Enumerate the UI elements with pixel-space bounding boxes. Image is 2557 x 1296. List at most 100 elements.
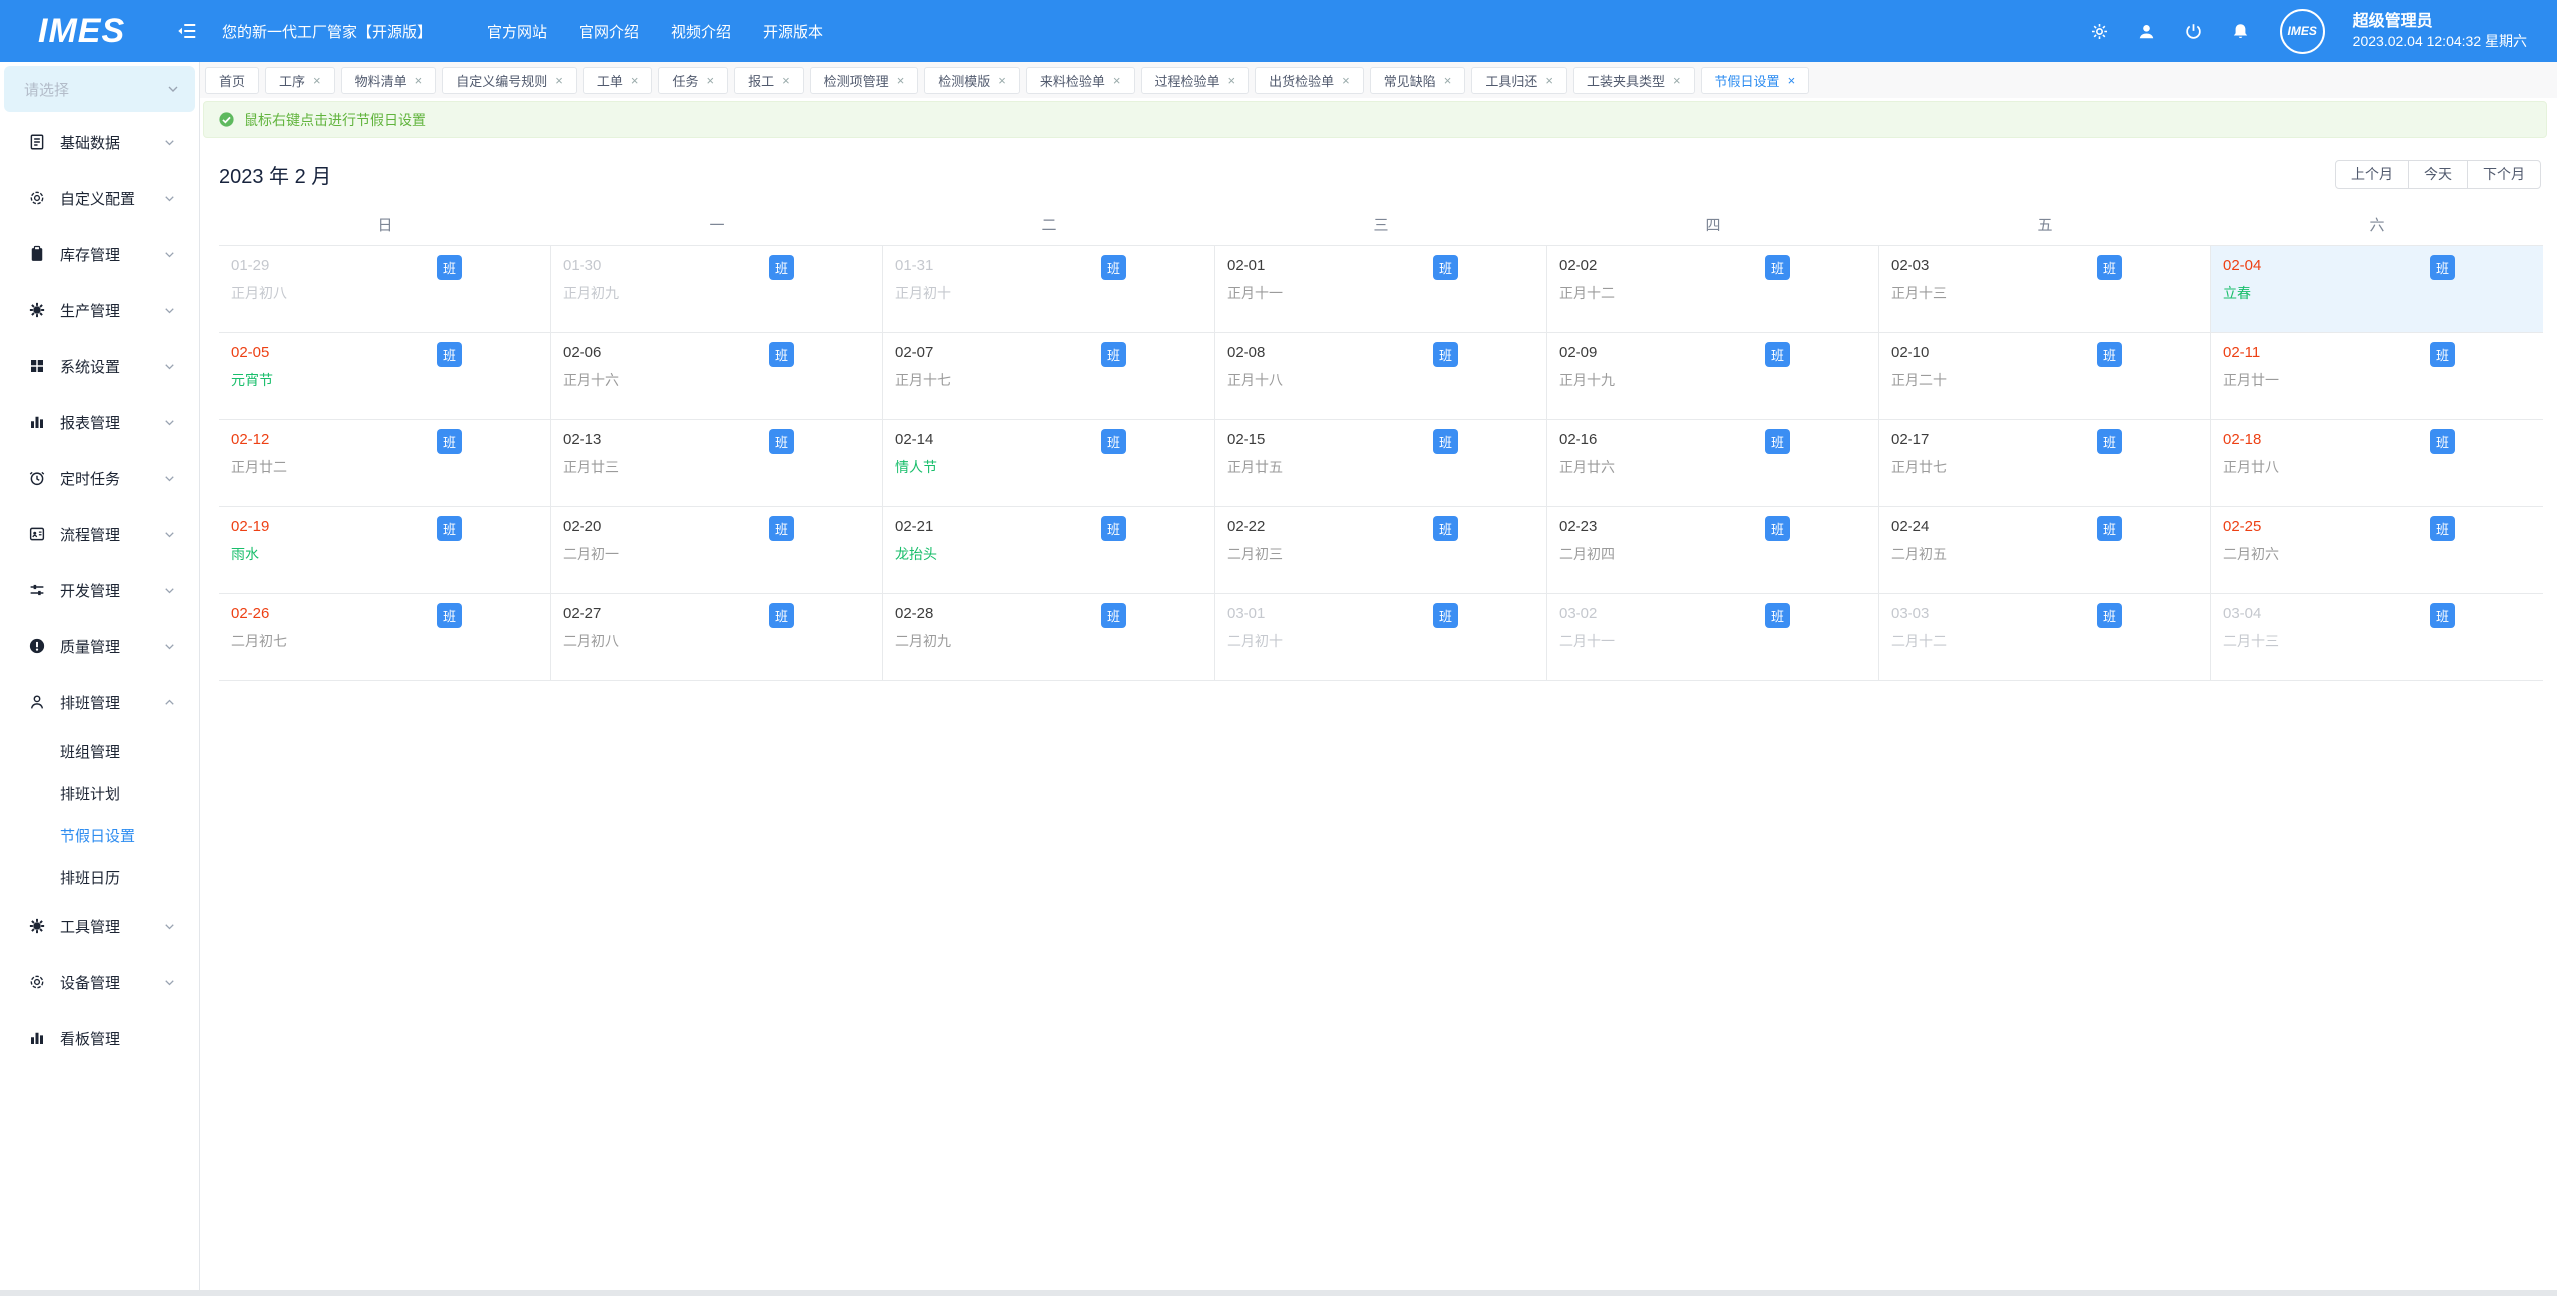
close-tab-icon[interactable]: × (313, 73, 321, 88)
calendar-cell-02-26[interactable]: 02-26二月初七班 (219, 594, 551, 681)
tab-9[interactable]: 检测模版× (924, 67, 1020, 94)
calendar-cell-02-25[interactable]: 02-25二月初六班 (2211, 507, 2543, 594)
calendar-cell-02-02[interactable]: 02-02正月十二班 (1547, 246, 1879, 333)
sidebar-subitem-11-1[interactable]: 班组管理 (0, 730, 199, 772)
close-tab-icon[interactable]: × (782, 73, 790, 88)
user-icon[interactable] (2137, 22, 2156, 41)
calendar-cell-02-16[interactable]: 02-16正月廿六班 (1547, 420, 1879, 507)
tab-7[interactable]: 报工× (734, 67, 804, 94)
close-tab-icon[interactable]: × (1788, 73, 1796, 88)
sidebar-item-3[interactable]: 库存管理 (0, 226, 199, 282)
calendar-cell-02-11[interactable]: 02-11正月廿一班 (2211, 333, 2543, 420)
top-nav-link-1[interactable]: 官方网站 (487, 21, 547, 42)
calendar-cell-02-01[interactable]: 02-01正月十一班 (1215, 246, 1547, 333)
close-tab-icon[interactable]: × (897, 73, 905, 88)
calendar-cell-02-23[interactable]: 02-23二月初四班 (1547, 507, 1879, 594)
calendar-cell-02-24[interactable]: 02-24二月初五班 (1879, 507, 2211, 594)
tab-10[interactable]: 来料检验单× (1026, 67, 1135, 94)
sidebar-item-13[interactable]: 设备管理 (0, 954, 199, 1010)
sidebar-item-1[interactable]: 基础数据 (0, 114, 199, 170)
tab-6[interactable]: 任务× (658, 67, 728, 94)
top-nav-link-3[interactable]: 视频介绍 (671, 21, 731, 42)
avatar[interactable]: IMES (2280, 9, 2325, 54)
calendar-cell-02-28[interactable]: 02-28二月初九班 (883, 594, 1215, 681)
sidebar-select[interactable]: 请选择 (4, 66, 195, 112)
close-tab-icon[interactable]: × (555, 73, 563, 88)
calendar-cell-02-05[interactable]: 02-05元宵节班 (219, 333, 551, 420)
calendar-cell-03-02[interactable]: 03-02二月十一班 (1547, 594, 1879, 681)
gear-icon[interactable] (2090, 22, 2109, 41)
bell-icon[interactable] (2231, 22, 2250, 41)
close-tab-icon[interactable]: × (1673, 73, 1681, 88)
shift-badge: 班 (437, 429, 462, 454)
close-tab-icon[interactable]: × (1342, 73, 1350, 88)
tab-1[interactable]: 首页 (205, 67, 259, 94)
sidebar-subitem-11-4[interactable]: 排班日历 (0, 856, 199, 898)
calendar-cell-01-30[interactable]: 01-30正月初九班 (551, 246, 883, 333)
sidebar-item-11[interactable]: 排班管理 (0, 674, 199, 730)
calendar-cell-01-29[interactable]: 01-29正月初八班 (219, 246, 551, 333)
cell-date: 02-25 (2223, 518, 2543, 535)
calendar-cell-02-03[interactable]: 02-03正月十三班 (1879, 246, 2211, 333)
sidebar-item-10[interactable]: 质量管理 (0, 618, 199, 674)
calendar-cell-02-06[interactable]: 02-06正月十六班 (551, 333, 883, 420)
today-button[interactable]: 今天 (2408, 160, 2468, 189)
sidebar-item-2[interactable]: 自定义配置 (0, 170, 199, 226)
calendar-cell-02-18[interactable]: 02-18正月廿八班 (2211, 420, 2543, 507)
sidebar-item-4[interactable]: 生产管理 (0, 282, 199, 338)
close-tab-icon[interactable]: × (1228, 73, 1236, 88)
tab-16[interactable]: 节假日设置× (1701, 67, 1810, 94)
calendar-cell-02-15[interactable]: 02-15正月廿五班 (1215, 420, 1547, 507)
calendar-cell-02-17[interactable]: 02-17正月廿七班 (1879, 420, 2211, 507)
prev-month-button[interactable]: 上个月 (2335, 160, 2409, 189)
close-tab-icon[interactable]: × (1444, 73, 1452, 88)
calendar-cell-02-27[interactable]: 02-27二月初八班 (551, 594, 883, 681)
calendar-cell-03-03[interactable]: 03-03二月十二班 (1879, 594, 2211, 681)
close-tab-icon[interactable]: × (631, 73, 639, 88)
calendar-cell-02-08[interactable]: 02-08正月十八班 (1215, 333, 1547, 420)
tab-13[interactable]: 常见缺陷× (1370, 67, 1466, 94)
calendar-cell-01-31[interactable]: 01-31正月初十班 (883, 246, 1215, 333)
calendar-cell-02-14[interactable]: 02-14情人节班 (883, 420, 1215, 507)
tab-3[interactable]: 物料清单× (341, 67, 437, 94)
tab-11[interactable]: 过程检验单× (1141, 67, 1250, 94)
tab-8[interactable]: 检测项管理× (810, 67, 919, 94)
close-tab-icon[interactable]: × (998, 73, 1006, 88)
sidebar-subitem-11-2[interactable]: 排班计划 (0, 772, 199, 814)
close-tab-icon[interactable]: × (1113, 73, 1121, 88)
tab-12[interactable]: 出货检验单× (1255, 67, 1364, 94)
calendar-cell-03-04[interactable]: 03-04二月十三班 (2211, 594, 2543, 681)
sidebar-item-9[interactable]: 开发管理 (0, 562, 199, 618)
calendar-cell-02-10[interactable]: 02-10正月二十班 (1879, 333, 2211, 420)
sidebar-item-8[interactable]: 流程管理 (0, 506, 199, 562)
calendar-cell-02-09[interactable]: 02-09正月十九班 (1547, 333, 1879, 420)
calendar-cell-03-01[interactable]: 03-01二月初十班 (1215, 594, 1547, 681)
tab-15[interactable]: 工装夹具类型× (1573, 67, 1695, 94)
top-nav-link-2[interactable]: 官网介绍 (579, 21, 639, 42)
power-icon[interactable] (2184, 22, 2203, 41)
sidebar-subitem-11-3[interactable]: 节假日设置 (0, 814, 199, 856)
calendar-cell-02-22[interactable]: 02-22二月初三班 (1215, 507, 1547, 594)
calendar-cell-02-20[interactable]: 02-20二月初一班 (551, 507, 883, 594)
tab-5[interactable]: 工单× (583, 67, 653, 94)
close-tab-icon[interactable]: × (415, 73, 423, 88)
collapse-menu-icon[interactable] (176, 20, 198, 42)
sidebar-item-14[interactable]: 看板管理 (0, 1010, 199, 1066)
tab-2[interactable]: 工序× (265, 67, 335, 94)
calendar-cell-02-19[interactable]: 02-19雨水班 (219, 507, 551, 594)
sidebar-item-6[interactable]: 报表管理 (0, 394, 199, 450)
calendar-cell-02-13[interactable]: 02-13正月廿三班 (551, 420, 883, 507)
calendar-cell-02-07[interactable]: 02-07正月十七班 (883, 333, 1215, 420)
calendar-cell-02-21[interactable]: 02-21龙抬头班 (883, 507, 1215, 594)
close-tab-icon[interactable]: × (706, 73, 714, 88)
calendar-cell-02-04[interactable]: 02-04立春班 (2211, 246, 2543, 333)
tab-14[interactable]: 工具归还× (1471, 67, 1567, 94)
close-tab-icon[interactable]: × (1545, 73, 1553, 88)
calendar-cell-02-12[interactable]: 02-12正月廿二班 (219, 420, 551, 507)
tab-4[interactable]: 自定义编号规则× (442, 67, 577, 94)
sidebar-item-12[interactable]: 工具管理 (0, 898, 199, 954)
sidebar-item-7[interactable]: 定时任务 (0, 450, 199, 506)
sidebar-item-5[interactable]: 系统设置 (0, 338, 199, 394)
top-nav-link-4[interactable]: 开源版本 (763, 21, 823, 42)
next-month-button[interactable]: 下个月 (2467, 160, 2541, 189)
